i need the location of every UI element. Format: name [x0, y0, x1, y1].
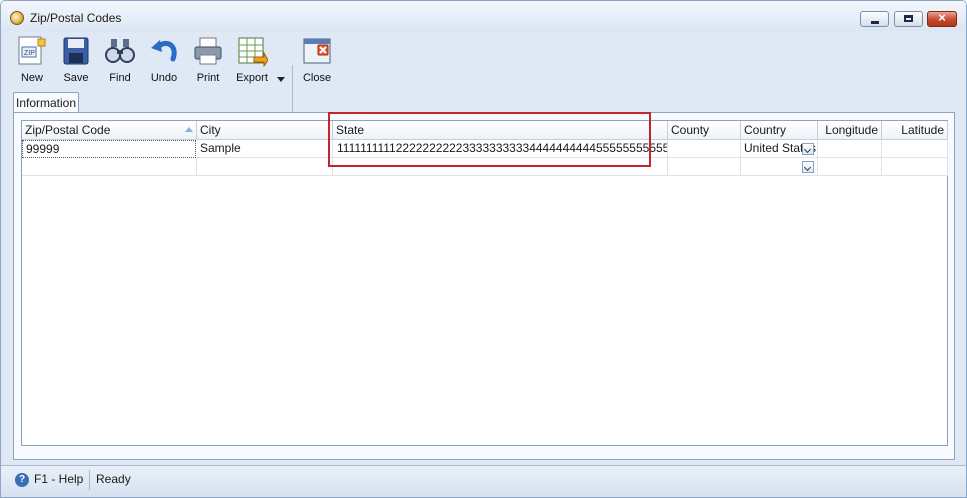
close-label: Close [302, 72, 332, 84]
cell-latitude[interactable] [882, 140, 948, 158]
column-header-longitude[interactable]: Longitude [818, 121, 882, 140]
undo-arrow-icon [151, 40, 177, 62]
status-text: Ready [96, 472, 131, 486]
status-bar: ? F1 - Help Ready [1, 465, 966, 497]
svg-text:ZIP: ZIP [24, 50, 35, 57]
column-header-city[interactable]: City [197, 121, 333, 140]
maximize-icon [904, 15, 913, 22]
zip-codes-grid: Zip/Postal Code City State County Countr… [21, 120, 948, 446]
cell-zip-new[interactable] [22, 158, 197, 176]
cell-county[interactable] [668, 140, 741, 158]
minimize-icon [871, 21, 879, 24]
close-window-button[interactable]: × [927, 10, 957, 27]
country-dropdown-new-icon[interactable] [802, 161, 814, 173]
column-header-zip-label: Zip/Postal Code [25, 123, 111, 137]
printer-icon [194, 37, 222, 65]
column-header-county[interactable]: County [668, 121, 741, 140]
floppy-disk-icon [63, 37, 89, 65]
cell-zip[interactable]: 99999 [22, 140, 196, 158]
column-header-latitude[interactable]: Latitude [882, 121, 948, 140]
cell-county-new[interactable] [668, 158, 741, 176]
save-button[interactable]: Save [58, 34, 94, 84]
column-header-zip[interactable]: Zip/Postal Code [22, 121, 197, 140]
app-icon [10, 11, 24, 25]
print-button[interactable]: Print [190, 34, 226, 84]
minimize-button[interactable] [860, 11, 889, 27]
help-text[interactable]: F1 - Help [34, 472, 83, 486]
window-title: Zip/Postal Codes [30, 11, 122, 25]
close-window-icon [303, 38, 331, 64]
cell-city[interactable]: Sample [197, 140, 333, 158]
country-dropdown-icon[interactable] [802, 143, 814, 155]
cell-longitude[interactable] [818, 140, 882, 158]
close-icon: × [938, 10, 946, 25]
new-document-icon: ZIP [18, 36, 46, 65]
maximize-button[interactable] [894, 11, 923, 27]
undo-button[interactable]: Undo [146, 34, 182, 84]
cell-latitude-new[interactable] [882, 158, 948, 176]
close-button[interactable]: Close [299, 34, 335, 84]
zip-postal-codes-window: Zip/Postal Codes × ZIP New Save Find Und… [0, 0, 967, 498]
state-highlight-box [328, 112, 651, 167]
export-label: Export [236, 72, 268, 84]
export-dropdown-arrow-icon[interactable] [277, 77, 285, 82]
column-header-country[interactable]: Country [741, 121, 818, 140]
sort-ascending-icon [185, 127, 193, 132]
spreadsheet-export-icon [238, 37, 268, 67]
cell-longitude-new[interactable] [818, 158, 882, 176]
export-button[interactable]: Export [234, 34, 270, 84]
title-bar: Zip/Postal Codes × [1, 1, 966, 31]
status-separator [89, 470, 90, 490]
cell-city-new[interactable] [197, 158, 333, 176]
help-icon[interactable]: ? [15, 473, 29, 487]
tab-information[interactable]: Information [13, 92, 79, 113]
toolbar: ZIP New Save Find Undo Print Export Clos… [1, 31, 966, 113]
new-button[interactable]: ZIP New [14, 34, 50, 84]
binoculars-icon [105, 39, 135, 63]
find-button[interactable]: Find [102, 34, 138, 84]
